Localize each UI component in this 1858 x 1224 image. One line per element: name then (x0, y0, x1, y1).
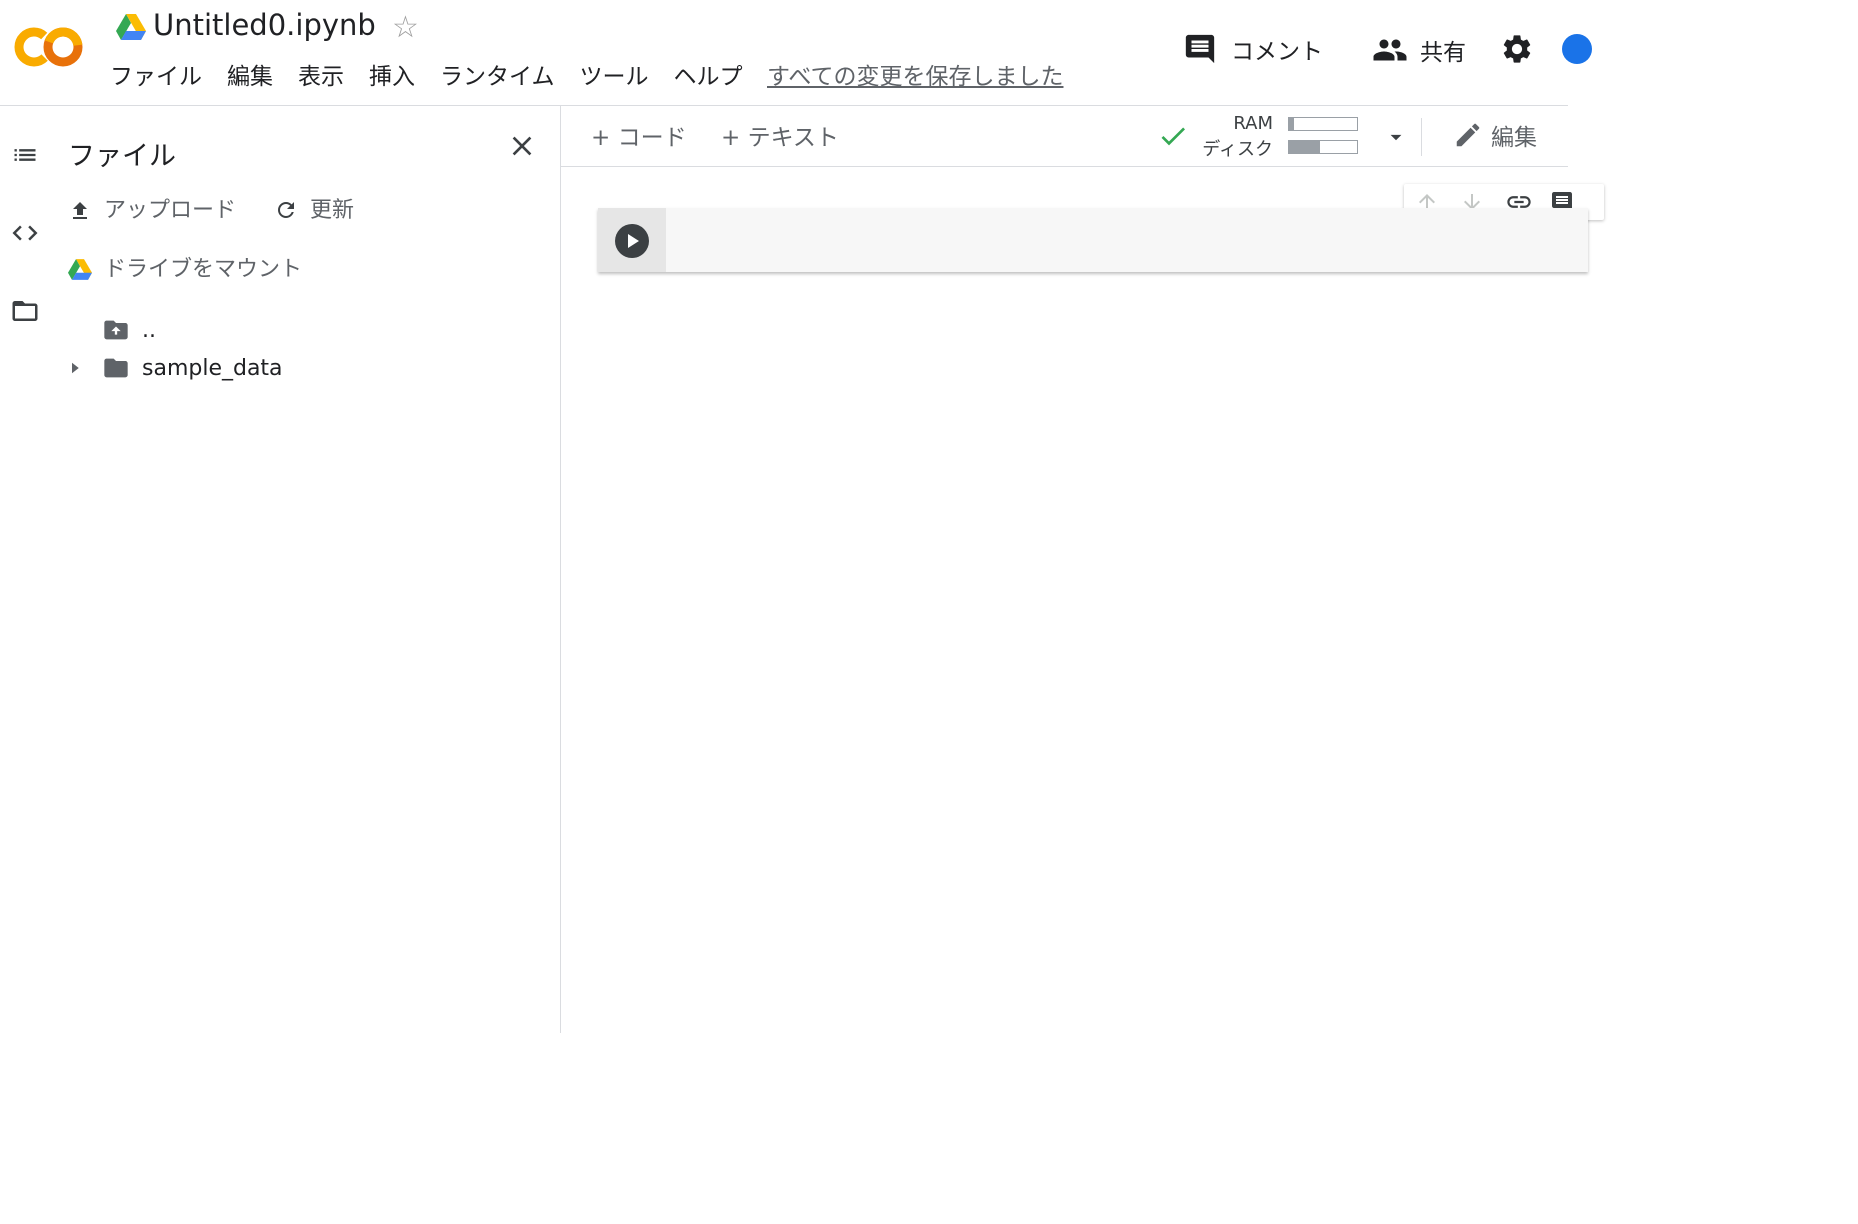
menu-bar: ファイル 編集 表示 挿入 ランタイム ツール ヘルプ (110, 60, 768, 94)
upload-button[interactable]: アップロード (68, 192, 236, 224)
edit-button[interactable]: 編集 (1453, 118, 1537, 152)
file-tree-folder-row[interactable]: sample_data (66, 354, 283, 382)
left-rail (0, 106, 50, 1033)
people-icon (1373, 39, 1407, 61)
disk-label: ディスク (1202, 139, 1273, 160)
notebook-title[interactable]: Untitled0.ipynb (153, 8, 376, 42)
play-icon (628, 234, 639, 248)
menu-runtime[interactable]: ランタイム (440, 60, 555, 94)
star-icon[interactable]: ☆ (392, 10, 419, 45)
edit-label: 編集 (1491, 125, 1537, 151)
files-panel: ファイル アップロード 更新 ドライブをマウント .. sample_data (50, 106, 561, 1033)
chevron-down-icon[interactable] (1383, 124, 1409, 150)
file-tree-parent-row[interactable]: .. (100, 316, 156, 344)
upload-icon (73, 202, 87, 219)
ram-meter[interactable] (1288, 117, 1358, 131)
run-cell-button[interactable] (615, 224, 649, 258)
folder-icon (104, 358, 128, 378)
gear-icon (1503, 35, 1531, 63)
comment-button[interactable]: コメント (1183, 32, 1323, 66)
save-status-link[interactable]: すべての変更を保存しました (767, 60, 1063, 94)
menu-help[interactable]: ヘルプ (674, 60, 743, 94)
add-text-button[interactable]: + テキスト (721, 118, 839, 152)
refresh-label: 更新 (310, 198, 355, 223)
colab-logo[interactable] (14, 24, 84, 70)
comment-icon (1185, 34, 1215, 64)
disk-meter-fill (1289, 141, 1320, 153)
expand-arrow-icon[interactable] (66, 359, 84, 377)
folder-label: sample_data (142, 355, 283, 381)
menu-insert[interactable]: 挿入 (369, 60, 415, 94)
google-drive-icon (68, 258, 92, 280)
ram-meter-fill (1289, 118, 1295, 130)
folder-icon[interactable] (10, 296, 40, 326)
cell-gutter (598, 208, 666, 272)
panel-title: ファイル (68, 141, 176, 172)
refresh-icon (278, 202, 294, 218)
close-icon[interactable] (506, 130, 538, 162)
header: Untitled0.ipynb ☆ ファイル 編集 表示 挿入 ランタイム ツー… (0, 0, 1592, 106)
comment-label: コメント (1231, 39, 1323, 65)
parent-dir-label: .. (142, 317, 156, 343)
menu-edit[interactable]: 編集 (227, 60, 273, 94)
code-snippets-icon[interactable] (10, 218, 40, 248)
toolbar-divider (1421, 118, 1422, 156)
disk-meter[interactable] (1288, 140, 1358, 154)
menu-tools[interactable]: ツール (580, 60, 649, 94)
menu-view[interactable]: 表示 (298, 60, 344, 94)
notebook-toolbar: + コード + テキスト RAM ディスク 編集 (561, 106, 1568, 167)
refresh-button[interactable]: 更新 (274, 192, 354, 224)
toc-icon[interactable] (10, 140, 40, 170)
code-cell[interactable] (598, 208, 1588, 272)
mount-drive-button[interactable]: ドライブをマウント (68, 251, 302, 283)
settings-button[interactable] (1500, 32, 1534, 66)
menu-file[interactable]: ファイル (110, 60, 202, 94)
avatar[interactable] (1562, 34, 1592, 64)
mount-label: ドライブをマウント (104, 257, 303, 282)
upload-label: アップロード (104, 198, 237, 223)
pencil-icon (1456, 123, 1480, 147)
share-label: 共有 (1420, 40, 1466, 66)
google-drive-icon (116, 14, 146, 40)
folder-upload-icon (104, 320, 128, 340)
ram-label: RAM (1233, 113, 1273, 134)
add-code-button[interactable]: + コード (591, 118, 687, 152)
share-button[interactable]: 共有 (1372, 32, 1466, 68)
